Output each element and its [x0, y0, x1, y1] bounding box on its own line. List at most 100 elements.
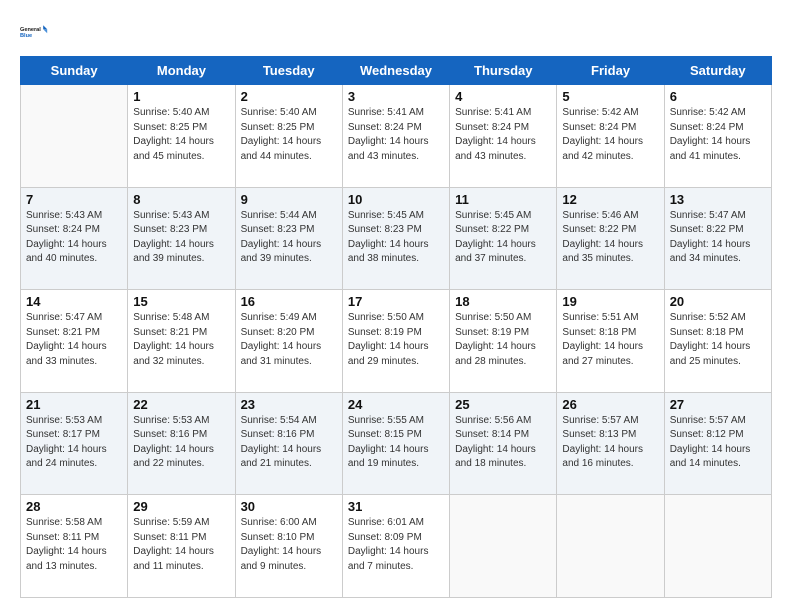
table-cell	[21, 85, 128, 188]
table-cell: 24Sunrise: 5:55 AMSunset: 8:15 PMDayligh…	[342, 392, 449, 495]
cell-info: Sunrise: 5:57 AMSunset: 8:12 PMDaylight:…	[670, 414, 766, 472]
table-cell: 31Sunrise: 6:01 AMSunset: 8:09 PMDayligh…	[342, 495, 449, 598]
table-cell	[664, 495, 771, 598]
day-number: 16	[241, 294, 337, 309]
cell-info: Sunrise: 5:50 AMSunset: 8:19 PMDaylight:…	[455, 311, 551, 369]
logo: GeneralBlue	[20, 18, 48, 46]
table-cell: 12 Sunrise: 5:46 AMSunset: 8:22 PMDayligh…	[557, 187, 664, 290]
cell-info: Sunrise: 5:49 AMSunset: 8:20 PMDaylight:…	[241, 311, 337, 369]
cell-info: Sunrise: 5:43 AMSunset: 8:24 PMDaylight:…	[26, 209, 122, 267]
table-cell: 23 Sunrise: 5:54 AMSunset: 8:16 PMDayligh…	[235, 392, 342, 495]
table-cell: 26 Sunrise: 5:57 AMSunset: 8:13 PMDayligh…	[557, 392, 664, 495]
col-wednesday: Wednesday	[342, 57, 449, 85]
day-number: 12	[562, 192, 658, 207]
cell-info: Sunrise: 5:52 AMSunset: 8:18 PMDaylight:…	[670, 311, 766, 369]
day-number: 2	[241, 89, 337, 104]
day-number: 13	[670, 192, 766, 207]
day-number: 30	[241, 499, 337, 514]
day-number: 28	[26, 499, 122, 514]
cell-info: Sunrise: 5:50 AMSunset: 8:19 PMDaylight:…	[348, 311, 444, 369]
cell-info: Sunrise: 5:41 AMSunset: 8:24 PMDaylight:…	[455, 106, 551, 164]
cell-info: Sunrise: 5:53 AMSunset: 8:17 PMDaylight:…	[26, 414, 122, 472]
cell-info: Sunrise: 5:57 AMSunset: 8:13 PMDaylight:…	[562, 414, 658, 472]
day-number: 25	[455, 397, 551, 412]
table-cell: 4 Sunrise: 5:41 AMSunset: 8:24 PMDaylight…	[450, 85, 557, 188]
cell-info: Sunrise: 5:47 AMSunset: 8:21 PMDaylight:…	[26, 311, 122, 369]
cell-info: Sunrise: 5:58 AMSunset: 8:11 PMDaylight:…	[26, 516, 122, 574]
cell-info: Sunrise: 5:42 AMSunset: 8:24 PMDaylight:…	[562, 106, 658, 164]
day-number: 27	[670, 397, 766, 412]
cell-info: Sunrise: 5:45 AMSunset: 8:23 PMDaylight:…	[348, 209, 444, 267]
col-saturday: Saturday	[664, 57, 771, 85]
day-number: 9	[241, 192, 337, 207]
cell-info: Sunrise: 5:59 AMSunset: 8:11 PMDaylight:…	[133, 516, 229, 574]
day-number: 5	[562, 89, 658, 104]
cell-info: Sunrise: 5:41 AMSunset: 8:24 PMDaylight:…	[348, 106, 444, 164]
table-cell: 28 Sunrise: 5:58 AMSunset: 8:11 PMDayligh…	[21, 495, 128, 598]
day-number: 29	[133, 499, 229, 514]
cell-info: Sunrise: 5:40 AMSunset: 8:25 PMDaylight:…	[241, 106, 337, 164]
table-cell: 5 Sunrise: 5:42 AMSunset: 8:24 PMDaylight…	[557, 85, 664, 188]
calendar-row: 1 Sunrise: 5:40 AMSunset: 8:25 PMDaylight…	[21, 85, 772, 188]
col-friday: Friday	[557, 57, 664, 85]
cell-info: Sunrise: 5:43 AMSunset: 8:23 PMDaylight:…	[133, 209, 229, 267]
cell-info: Sunrise: 5:44 AMSunset: 8:23 PMDaylight:…	[241, 209, 337, 267]
table-cell: 19 Sunrise: 5:51 AMSunset: 8:18 PMDayligh…	[557, 290, 664, 393]
table-cell: 6Sunrise: 5:42 AMSunset: 8:24 PMDaylight…	[664, 85, 771, 188]
table-cell: 30 Sunrise: 6:00 AMSunset: 8:10 PMDayligh…	[235, 495, 342, 598]
day-number: 31	[348, 499, 444, 514]
cell-info: Sunrise: 5:53 AMSunset: 8:16 PMDaylight:…	[133, 414, 229, 472]
table-cell: 3Sunrise: 5:41 AMSunset: 8:24 PMDaylight…	[342, 85, 449, 188]
svg-text:Blue: Blue	[20, 33, 32, 39]
table-cell: 27 Sunrise: 5:57 AMSunset: 8:12 PMDayligh…	[664, 392, 771, 495]
day-number: 14	[26, 294, 122, 309]
cell-info: Sunrise: 5:56 AMSunset: 8:14 PMDaylight:…	[455, 414, 551, 472]
table-cell: 9 Sunrise: 5:44 AMSunset: 8:23 PMDaylight…	[235, 187, 342, 290]
day-number: 4	[455, 89, 551, 104]
day-number: 17	[348, 294, 444, 309]
day-number: 6	[670, 89, 766, 104]
cell-info: Sunrise: 5:54 AMSunset: 8:16 PMDaylight:…	[241, 414, 337, 472]
col-monday: Monday	[128, 57, 235, 85]
calendar-row: 28 Sunrise: 5:58 AMSunset: 8:11 PMDayligh…	[21, 495, 772, 598]
cell-info: Sunrise: 5:51 AMSunset: 8:18 PMDaylight:…	[562, 311, 658, 369]
day-number: 26	[562, 397, 658, 412]
table-cell: 13Sunrise: 5:47 AMSunset: 8:22 PMDayligh…	[664, 187, 771, 290]
col-tuesday: Tuesday	[235, 57, 342, 85]
calendar-row: 14 Sunrise: 5:47 AMSunset: 8:21 PMDayligh…	[21, 290, 772, 393]
day-number: 19	[562, 294, 658, 309]
day-number: 24	[348, 397, 444, 412]
day-number: 11	[455, 192, 551, 207]
day-number: 8	[133, 192, 229, 207]
table-cell: 29 Sunrise: 5:59 AMSunset: 8:11 PMDayligh…	[128, 495, 235, 598]
col-thursday: Thursday	[450, 57, 557, 85]
day-number: 23	[241, 397, 337, 412]
table-cell	[557, 495, 664, 598]
table-cell: 25 Sunrise: 5:56 AMSunset: 8:14 PMDayligh…	[450, 392, 557, 495]
table-cell: 7 Sunrise: 5:43 AMSunset: 8:24 PMDaylight…	[21, 187, 128, 290]
header: GeneralBlue	[20, 18, 772, 46]
table-cell: 8 Sunrise: 5:43 AMSunset: 8:23 PMDaylight…	[128, 187, 235, 290]
table-cell: 14 Sunrise: 5:47 AMSunset: 8:21 PMDayligh…	[21, 290, 128, 393]
day-number: 1	[133, 89, 229, 104]
day-number: 22	[133, 397, 229, 412]
table-cell: 11 Sunrise: 5:45 AMSunset: 8:22 PMDayligh…	[450, 187, 557, 290]
day-number: 7	[26, 192, 122, 207]
day-number: 18	[455, 294, 551, 309]
table-cell: 18 Sunrise: 5:50 AMSunset: 8:19 PMDayligh…	[450, 290, 557, 393]
day-number: 20	[670, 294, 766, 309]
table-cell: 2 Sunrise: 5:40 AMSunset: 8:25 PMDaylight…	[235, 85, 342, 188]
day-number: 15	[133, 294, 229, 309]
cell-info: Sunrise: 5:46 AMSunset: 8:22 PMDaylight:…	[562, 209, 658, 267]
calendar-row: 7 Sunrise: 5:43 AMSunset: 8:24 PMDaylight…	[21, 187, 772, 290]
cell-info: Sunrise: 6:00 AMSunset: 8:10 PMDaylight:…	[241, 516, 337, 574]
table-cell: 17 Sunrise: 5:50 AMSunset: 8:19 PMDayligh…	[342, 290, 449, 393]
table-cell: 1 Sunrise: 5:40 AMSunset: 8:25 PMDaylight…	[128, 85, 235, 188]
cell-info: Sunrise: 5:45 AMSunset: 8:22 PMDaylight:…	[455, 209, 551, 267]
table-cell: 21Sunrise: 5:53 AMSunset: 8:17 PMDayligh…	[21, 392, 128, 495]
table-cell	[450, 495, 557, 598]
cell-info: Sunrise: 5:40 AMSunset: 8:25 PMDaylight:…	[133, 106, 229, 164]
cell-info: Sunrise: 5:48 AMSunset: 8:21 PMDaylight:…	[133, 311, 229, 369]
calendar-row: 21Sunrise: 5:53 AMSunset: 8:17 PMDayligh…	[21, 392, 772, 495]
table-cell: 22 Sunrise: 5:53 AMSunset: 8:16 PMDayligh…	[128, 392, 235, 495]
